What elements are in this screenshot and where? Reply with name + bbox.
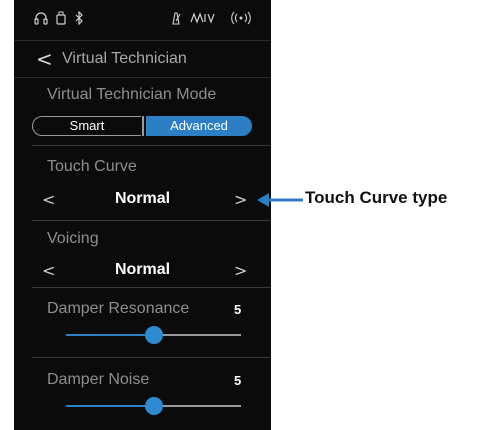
slider-fill [66,405,154,407]
midi-icon [190,11,216,25]
slider-knob[interactable] [144,397,163,415]
divider [32,145,271,146]
mode-segmented-control: Smart Advanced [32,116,252,136]
touch-curve-next-button[interactable]: > [234,190,247,209]
damper-resonance-slider[interactable] [66,326,241,344]
touch-curve-annotation: Touch Curve type [255,186,491,214]
annotation-label: Touch Curve type [305,188,448,207]
touch-curve-selector: < Normal > [14,188,271,212]
damper-noise-slider[interactable] [66,397,241,415]
slider-fill [66,334,154,336]
segment-divider [142,116,144,136]
bluetooth-icon [74,10,84,26]
divider [32,287,271,288]
wireless-icon [230,11,252,25]
mode-option-advanced[interactable]: Advanced [146,116,252,136]
page-header: < Virtual Technician [14,40,271,78]
slider-knob[interactable] [144,326,163,344]
status-bar [14,0,271,36]
damper-resonance-label: Damper Resonance [47,300,190,317]
usb-icon [55,11,67,25]
voicing-label: Voicing [47,230,99,247]
page-title: Virtual Technician [62,50,187,67]
damper-resonance-value: 5 [234,302,242,317]
divider [32,220,271,221]
damper-noise-value: 5 [234,373,242,388]
touch-curve-label: Touch Curve [47,158,137,175]
voicing-value: Normal [114,261,171,278]
damper-noise-label: Damper Noise [47,371,150,388]
voicing-next-button[interactable]: > [234,261,247,280]
touch-curve-value: Normal [114,190,171,207]
headphones-icon [34,11,48,25]
divider [32,357,271,358]
mode-label: Virtual Technician Mode [47,86,217,103]
mode-option-smart[interactable]: Smart [32,116,141,136]
arrow-left-icon [257,193,303,207]
voicing-selector: < Normal > [14,259,271,283]
metronome-icon [170,11,182,25]
back-button[interactable]: < [36,47,53,71]
app-screen: < Virtual Technician Virtual Technician … [14,0,271,430]
